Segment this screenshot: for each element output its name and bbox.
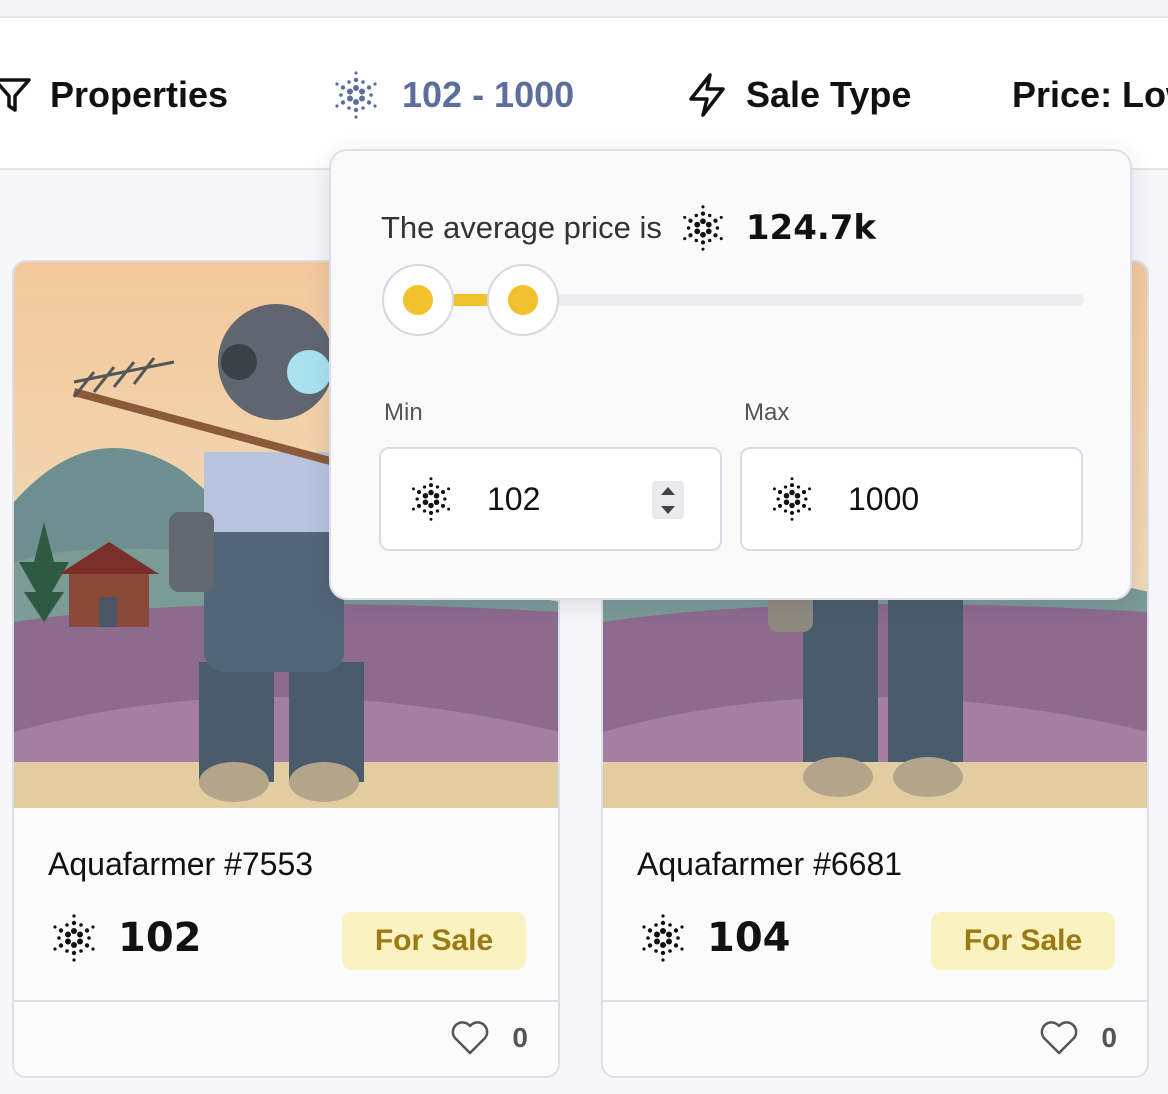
max-price-value: 1000 xyxy=(848,480,920,517)
ada-icon xyxy=(411,477,451,521)
max-price-input[interactable]: 1000 xyxy=(740,447,1083,551)
properties-label: Properties xyxy=(50,74,229,115)
ada-icon xyxy=(772,477,812,521)
nft-name[interactable]: Aquafarmer #7553 xyxy=(48,846,313,883)
max-label: Max xyxy=(744,399,790,426)
like-count: 0 xyxy=(1101,1022,1117,1053)
average-price-value: 124.7k xyxy=(745,208,877,248)
range-slider-min-handle[interactable] xyxy=(382,264,454,336)
lightning-icon xyxy=(686,72,728,118)
stepper-up-icon[interactable] xyxy=(661,486,675,495)
price-range-label: 102 - 1000 xyxy=(402,74,575,115)
ada-icon xyxy=(53,914,95,962)
card-footer: 0 xyxy=(603,1000,1147,1076)
min-label: Min xyxy=(384,399,423,426)
number-stepper[interactable] xyxy=(652,481,684,519)
properties-filter-button[interactable]: Properties xyxy=(0,70,228,120)
status-badge: For Sale xyxy=(342,912,526,970)
average-price-row: The average price is 124.7k xyxy=(381,203,876,253)
heart-icon xyxy=(1041,1021,1078,1055)
like-count: 0 xyxy=(512,1022,528,1053)
filter-icon xyxy=(0,75,32,115)
range-slider-max-handle[interactable] xyxy=(487,264,559,336)
ada-icon xyxy=(683,205,723,251)
ada-icon xyxy=(328,67,384,123)
nft-price: 102 xyxy=(118,915,202,961)
nft-name[interactable]: Aquafarmer #6681 xyxy=(637,846,902,883)
average-price-text: The average price is xyxy=(381,210,662,245)
price-row: 102 xyxy=(48,912,202,964)
sale-type-filter-button[interactable]: Sale Type xyxy=(686,70,911,120)
sort-label: Price: Low xyxy=(1012,74,1168,115)
status-badge: For Sale xyxy=(931,912,1115,970)
ada-icon xyxy=(642,914,684,962)
price-row: 104 xyxy=(637,912,791,964)
min-price-value: 102 xyxy=(487,480,541,517)
top-strip xyxy=(0,0,1168,18)
like-button[interactable]: 0 xyxy=(450,1020,528,1056)
min-price-input[interactable]: 102 xyxy=(379,447,722,551)
price-range-dropdown: The average price is 124.7k Min Max 102 … xyxy=(329,149,1132,600)
heart-icon xyxy=(452,1021,489,1055)
sort-button[interactable]: Price: Low xyxy=(1012,70,1168,120)
filter-bar: Properties 102 - 1000 Sale Type Price: L… xyxy=(0,18,1168,170)
nft-price: 104 xyxy=(707,915,791,961)
price-filter-button[interactable]: 102 - 1000 xyxy=(328,70,574,120)
stepper-down-icon[interactable] xyxy=(661,505,675,514)
card-footer: 0 xyxy=(14,1000,558,1076)
sale-type-label: Sale Type xyxy=(746,74,912,115)
like-button[interactable]: 0 xyxy=(1039,1020,1117,1056)
